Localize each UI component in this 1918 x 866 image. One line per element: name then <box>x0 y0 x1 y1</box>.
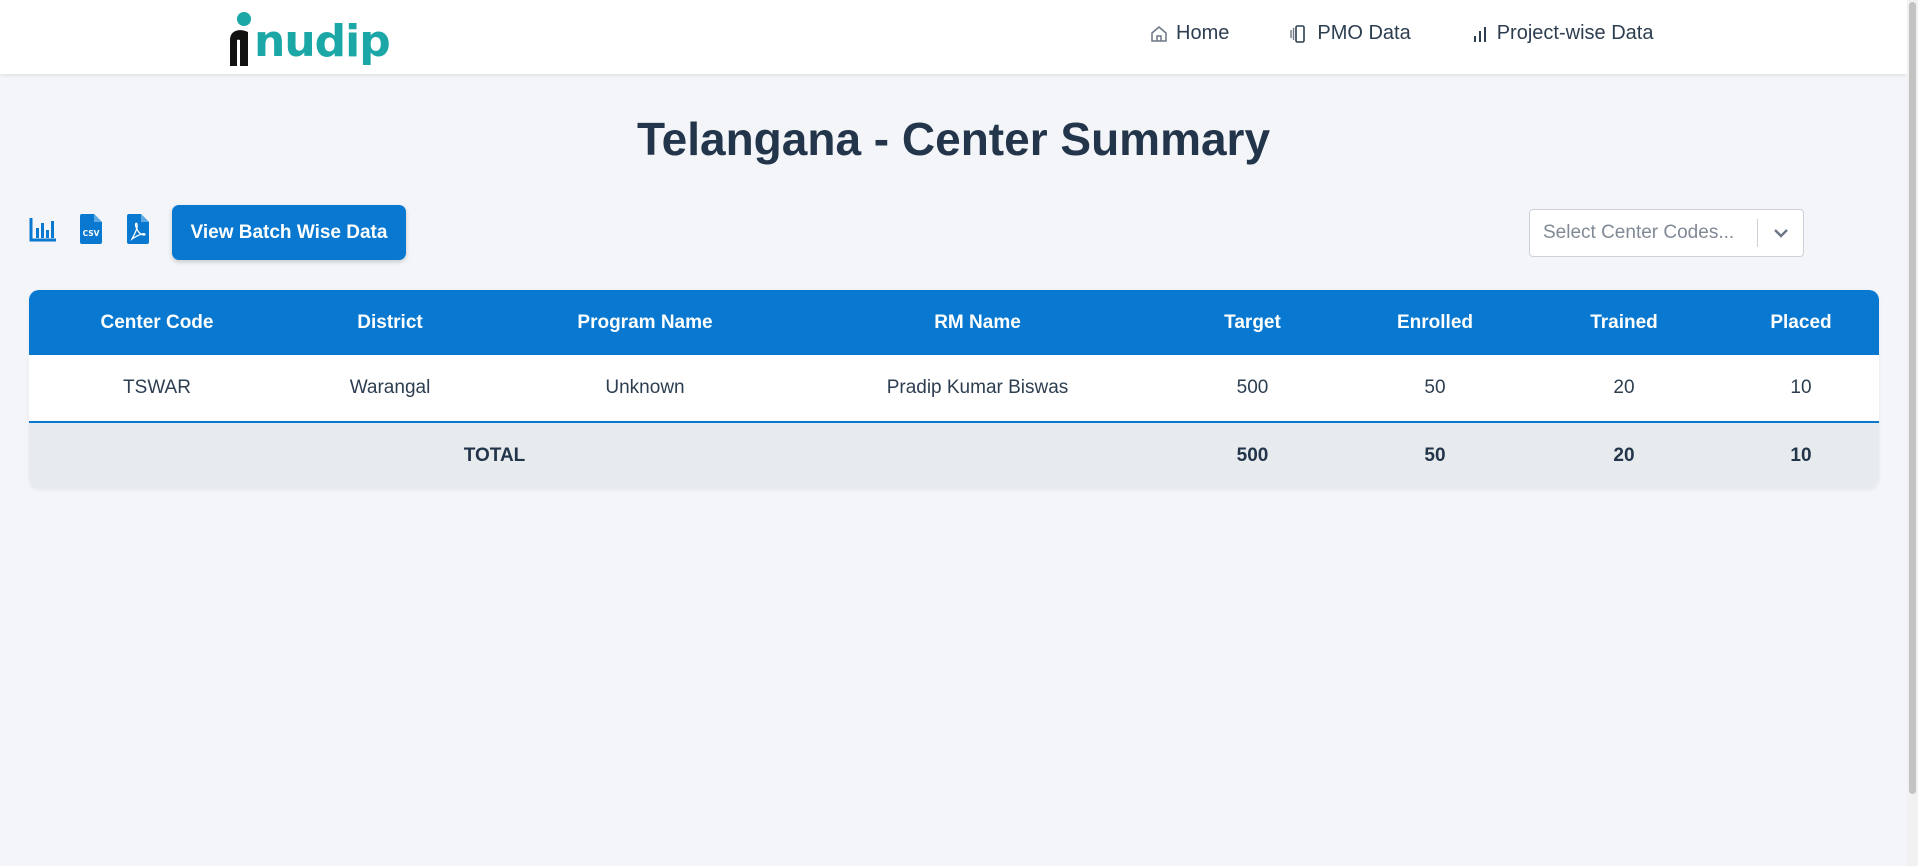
home-icon <box>1151 25 1167 42</box>
cell-rm-name: Pradip Kumar Biswas <box>795 355 1160 423</box>
header-target[interactable]: Target <box>1160 290 1345 355</box>
pdf-file-icon[interactable] <box>127 214 149 249</box>
bar-chart-icon <box>1473 26 1486 42</box>
cell-enrolled: 50 <box>1345 355 1525 423</box>
cell-trained: 20 <box>1525 355 1723 423</box>
main-nav: Home PMO Data Project-wise Data <box>1150 22 1653 45</box>
chevron-down-icon[interactable] <box>1758 210 1803 256</box>
nav-pmo-data[interactable]: PMO Data <box>1289 22 1411 45</box>
nav-home-label: Home <box>1176 22 1230 44</box>
header-center-code[interactable]: Center Code <box>29 290 285 355</box>
nav-project-wise-data[interactable]: Project-wise Data <box>1471 22 1654 45</box>
total-enrolled: 50 <box>1345 422 1525 489</box>
table-row[interactable]: TSWAR Warangal Unknown Pradip Kumar Bisw… <box>29 355 1879 423</box>
logo-text: nudip <box>254 16 391 67</box>
nav-project-label: Project-wise Data <box>1496 22 1654 44</box>
total-placed: 10 <box>1723 422 1879 489</box>
center-codes-select[interactable]: Select Center Codes... <box>1529 209 1804 257</box>
total-trained: 20 <box>1525 422 1723 489</box>
center-summary-table: Center Code District Program Name RM Nam… <box>29 290 1879 489</box>
header-program-name[interactable]: Program Name <box>495 290 795 355</box>
mobile-icon <box>1290 24 1306 43</box>
cell-target: 500 <box>1160 355 1345 423</box>
total-label: TOTAL <box>29 422 1160 489</box>
page-title: Telangana - Center Summary <box>636 113 1271 165</box>
chart-icon[interactable] <box>29 216 57 247</box>
view-batch-wise-button[interactable]: View Batch Wise Data <box>172 205 406 260</box>
brand-logo[interactable]: nudip <box>226 6 391 68</box>
table-header-row: Center Code District Program Name RM Nam… <box>29 290 1879 355</box>
total-target: 500 <box>1160 422 1345 489</box>
total-row: TOTAL 500 50 20 10 <box>29 422 1879 489</box>
csv-file-icon[interactable]: CSV <box>80 214 102 249</box>
header-trained[interactable]: Trained <box>1525 290 1723 355</box>
svg-text:CSV: CSV <box>83 229 100 238</box>
cell-program-name: Unknown <box>495 355 795 423</box>
page-scrollbar-thumb[interactable] <box>1909 2 1916 794</box>
nav-pmo-label: PMO Data <box>1317 22 1411 44</box>
header-placed[interactable]: Placed <box>1723 290 1879 355</box>
cell-center-code: TSWAR <box>29 355 285 423</box>
logo-person-icon <box>226 10 256 68</box>
header-district[interactable]: District <box>285 290 495 355</box>
nav-home[interactable]: Home <box>1150 22 1229 45</box>
top-navbar: nudip Home PMO Data Project-wise Data <box>0 0 1907 74</box>
select-placeholder: Select Center Codes... <box>1543 222 1735 243</box>
header-enrolled[interactable]: Enrolled <box>1345 290 1525 355</box>
cell-district: Warangal <box>285 355 495 423</box>
cell-placed: 10 <box>1723 355 1879 423</box>
header-rm-name[interactable]: RM Name <box>795 290 1160 355</box>
